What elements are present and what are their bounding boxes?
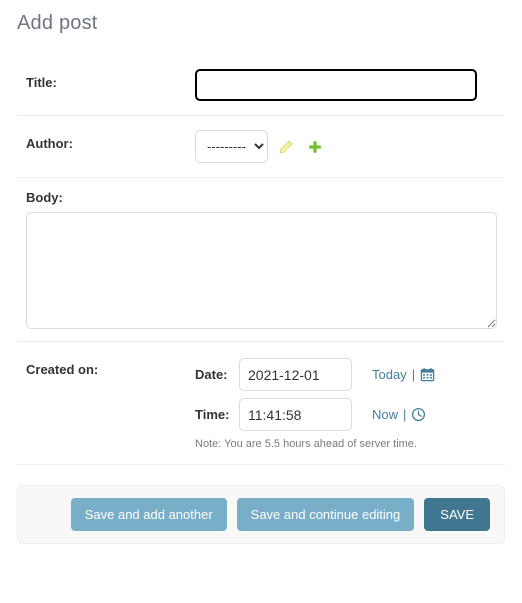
- time-shortcuts: Now |: [372, 407, 426, 422]
- plus-icon[interactable]: [304, 136, 326, 158]
- save-button[interactable]: SAVE: [424, 498, 490, 531]
- save-and-continue-editing-button[interactable]: Save and continue editing: [236, 498, 415, 531]
- date-input[interactable]: [239, 358, 352, 391]
- today-link[interactable]: Today: [372, 367, 407, 382]
- datetime-block: Date: Today |: [195, 356, 505, 450]
- label-date: Date:: [195, 367, 228, 382]
- submit-row: Save and add another Save and continue e…: [17, 485, 505, 544]
- time-line: Time: Now |: [195, 398, 505, 431]
- author-select[interactable]: ---------: [195, 130, 268, 163]
- date-line: Date: Today |: [195, 358, 505, 391]
- field-created-on: Date: Today |: [195, 356, 505, 450]
- label-author: Author:: [26, 136, 73, 151]
- field-title: [195, 69, 505, 101]
- label-time: Time:: [195, 407, 230, 422]
- field-author: ---------: [195, 130, 505, 163]
- author-controls: ---------: [195, 130, 505, 163]
- form-row-author: Author: ---------: [17, 116, 505, 178]
- label-created-on: Created on:: [26, 362, 99, 377]
- time-input[interactable]: [239, 398, 352, 431]
- label-body: Body:: [26, 190, 63, 205]
- date-separator: |: [411, 367, 416, 382]
- server-time-note: Note: You are 5.5 hours ahead of server …: [195, 438, 417, 450]
- title-input[interactable]: [195, 69, 477, 101]
- now-link[interactable]: Now: [372, 407, 398, 422]
- form-row-body: Body:: [17, 178, 505, 342]
- label-title: Title:: [26, 75, 57, 90]
- time-separator: |: [403, 407, 407, 422]
- form-row-created-on: Created on: Date: Today |: [17, 342, 505, 465]
- pencil-icon[interactable]: [275, 136, 297, 158]
- page-title: Add post: [17, 12, 98, 34]
- add-post-form: Title: Author: --------- Body: Created o…: [17, 55, 505, 465]
- body-textarea[interactable]: [26, 212, 497, 329]
- calendar-icon[interactable]: [420, 367, 435, 382]
- clock-icon[interactable]: [411, 407, 426, 422]
- save-and-add-another-button[interactable]: Save and add another: [70, 498, 227, 531]
- date-shortcuts: Today |: [372, 367, 435, 382]
- form-row-title: Title:: [17, 55, 505, 116]
